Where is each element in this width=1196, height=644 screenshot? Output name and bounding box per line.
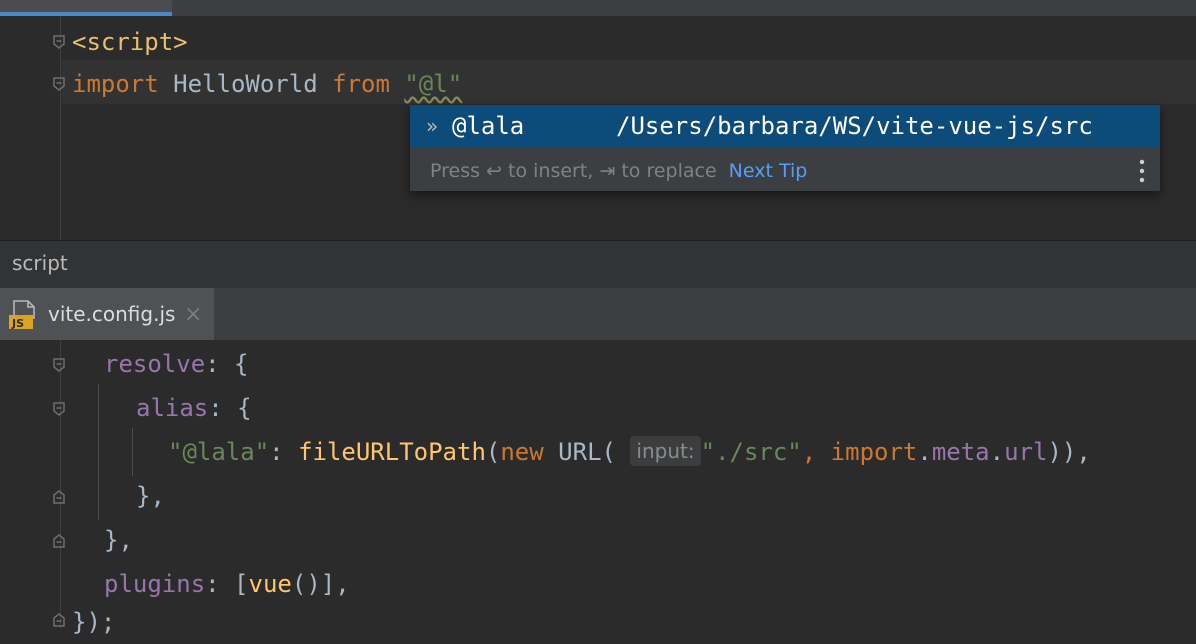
punctuation: )), — [1047, 438, 1091, 466]
breadcrumb-script[interactable]: script — [12, 251, 68, 275]
next-tip-link[interactable]: Next Tip — [729, 160, 808, 182]
top-tab-strip — [0, 0, 1196, 16]
path-alias-icon: » — [426, 114, 439, 138]
property-meta: meta — [931, 438, 990, 466]
fold-open-icon[interactable] — [52, 401, 66, 417]
fold-open-icon[interactable] — [52, 357, 66, 373]
punctuation: ()], — [291, 570, 350, 598]
punctuation: : [ — [205, 570, 249, 598]
code-line-alias-close[interactable]: }, — [136, 474, 165, 518]
fold-close-icon[interactable] — [52, 533, 66, 549]
alias-key-string: "@lala" — [168, 438, 270, 466]
punctuation: : { — [208, 394, 252, 422]
gutter-separator — [60, 340, 61, 628]
fold-open-icon[interactable] — [52, 34, 66, 50]
fold-close-icon[interactable] — [52, 489, 66, 505]
js-icon-label: JS — [11, 317, 24, 330]
code-line-config-close[interactable]: }); — [72, 600, 115, 644]
punctuation: . — [989, 438, 1005, 466]
code-line-lala-alias[interactable]: "@lala": fileURLToPath(new URL( input: ".… — [168, 430, 1091, 474]
tab-filename: vite.config.js — [48, 302, 176, 326]
completion-item-lala[interactable]: » @lala /Users/barbara/WS/vite-vue-js/sr… — [410, 105, 1160, 147]
code-line-resolve-close[interactable]: }, — [104, 518, 133, 562]
property-plugins: plugins — [104, 570, 206, 598]
punctuation: }); — [72, 608, 116, 636]
punctuation: : { — [205, 350, 249, 378]
script-open-tag: <script> — [72, 28, 188, 56]
close-tab-icon[interactable]: × — [184, 302, 202, 327]
completion-item-path: /Users/barbara/WS/vite-vue-js/src — [616, 112, 1093, 140]
completion-popup: » @lala /Users/barbara/WS/vite-vue-js/sr… — [410, 105, 1160, 191]
punctuation: , — [801, 438, 831, 466]
code-line-resolve[interactable]: resolve: { — [104, 342, 249, 386]
code-line-alias[interactable]: alias: { — [136, 386, 252, 430]
bottom-tab-strip: JS vite.config.js × — [0, 288, 1196, 340]
src-path-string: "./src" — [700, 438, 802, 466]
keyword-from: from — [332, 70, 390, 98]
function-vue: vue — [248, 570, 292, 598]
completion-hint: Press ↩ to insert, ⇥ to replace Next Tip — [430, 155, 807, 187]
identifier-helloworld: HelloWorld — [158, 70, 333, 98]
tab-vite-config[interactable]: JS vite.config.js × — [0, 288, 214, 340]
punctuation: ( — [485, 438, 501, 466]
punctuation: }, — [136, 482, 165, 510]
parameter-hint-input: input: — [630, 436, 701, 466]
indent-guide — [98, 384, 99, 520]
insert-replace-hint: Press ↩ to insert, ⇥ to replace — [430, 160, 717, 182]
function-fileurltopath: fileURLToPath — [298, 438, 486, 466]
class-url: URL( — [543, 438, 631, 466]
punctuation: }, — [104, 526, 133, 554]
breadcrumb-bar: script — [0, 240, 1196, 289]
punctuation: . — [917, 438, 932, 466]
js-file-icon: JS — [9, 300, 35, 330]
property-url: url — [1004, 438, 1048, 466]
fold-close-icon[interactable] — [52, 612, 66, 628]
more-options-icon[interactable] — [1138, 157, 1146, 185]
keyword-new: new — [500, 438, 544, 466]
keyword-import: import — [72, 70, 159, 98]
code-line-plugins[interactable]: plugins: [vue()], — [104, 562, 350, 606]
keyword-import: import — [830, 438, 918, 466]
punctuation: : — [269, 438, 299, 466]
property-resolve: resolve — [104, 350, 206, 378]
fold-open-icon[interactable] — [52, 76, 66, 92]
property-alias: alias — [136, 394, 209, 422]
indent-guide — [132, 428, 133, 476]
import-path-string: "@l" — [404, 70, 463, 98]
completion-item-name: @lala — [452, 112, 525, 140]
code-line-script-tag[interactable]: <script> — [72, 20, 188, 64]
code-line-import[interactable]: import HelloWorld from "@l" — [72, 62, 462, 106]
